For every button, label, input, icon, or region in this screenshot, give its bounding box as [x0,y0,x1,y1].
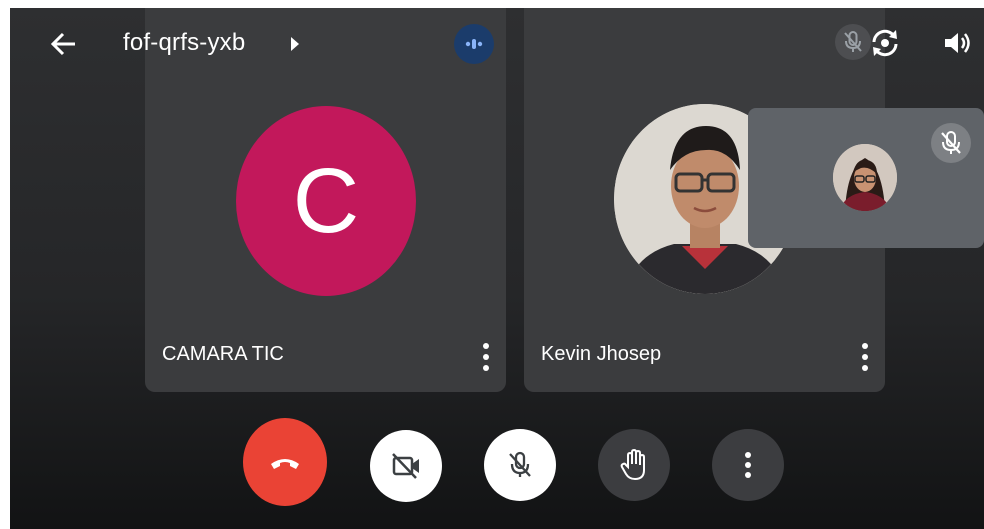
self-view-tile[interactable] [748,108,984,248]
raise-hand-button[interactable] [598,429,670,501]
speaking-indicator-icon [454,24,494,64]
more-vert-icon [745,452,751,478]
chevron-right-icon[interactable] [288,34,302,54]
volume-icon[interactable] [940,26,974,60]
camera-toggle-button[interactable] [370,430,442,502]
more-options-button[interactable] [712,429,784,501]
meeting-code[interactable]: fof-qrfs-yxb [123,29,245,57]
top-bar: fof-qrfs-yxb [10,8,984,78]
switch-camera-icon[interactable] [867,25,903,61]
participant-name: CAMARA TIC [162,343,284,365]
more-vert-icon[interactable] [476,340,496,374]
videocam-off-icon [392,453,419,479]
self-photo [833,144,897,211]
arrow-back-icon[interactable] [48,28,80,60]
participant-name: Kevin Jhosep [541,343,662,365]
more-vert-icon[interactable] [855,340,875,374]
microphone-toggle-button[interactable] [484,429,556,501]
mic-off-icon [835,24,871,60]
end-call-button[interactable] [243,418,327,506]
mic-off-icon [931,123,971,163]
hand-icon [620,448,645,481]
meet-call-screen: C CAMARA TIC Kevin Jhosep fof-qrfs-yxb [10,8,984,529]
participant-avatar: C [236,106,416,296]
mic-off-icon [509,451,531,477]
call-end-icon [271,459,299,469]
